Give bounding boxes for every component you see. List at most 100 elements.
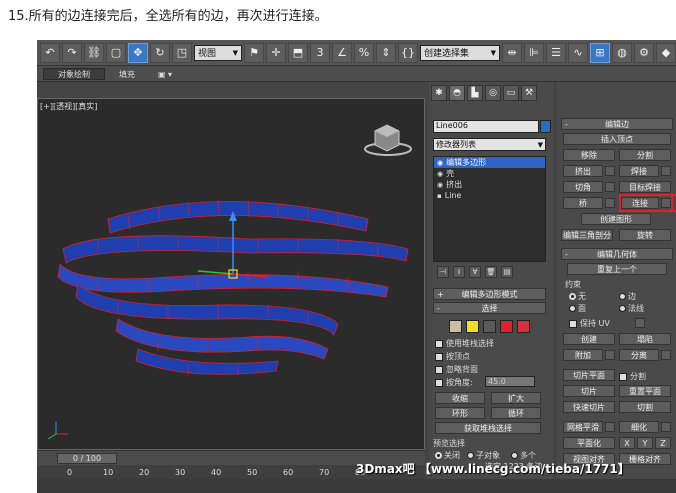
- reset-plane-button[interactable]: 重置平面: [619, 385, 671, 397]
- keyboard-shortcut-icon[interactable]: ⬒: [288, 42, 308, 63]
- collapse-button[interactable]: 塌陷: [619, 333, 671, 345]
- stack-item-shell[interactable]: ◉ 壳: [434, 168, 545, 179]
- selection-rollout[interactable]: - 选择: [433, 302, 546, 314]
- attach-button[interactable]: 附加: [563, 349, 603, 361]
- align-icon[interactable]: ⊫: [524, 42, 544, 63]
- undo-icon[interactable]: ↶: [40, 42, 60, 63]
- redo-icon[interactable]: ↷: [62, 42, 82, 63]
- loop-button[interactable]: 循环: [491, 407, 541, 419]
- edge-icon[interactable]: [466, 319, 479, 333]
- display-tab-icon[interactable]: ▭: [503, 85, 519, 101]
- split-checkbox-row[interactable]: 分割: [619, 371, 646, 382]
- show-end-result-icon[interactable]: I: [453, 266, 465, 278]
- radio-button[interactable]: [511, 452, 518, 459]
- turn-button[interactable]: 旋转: [619, 229, 671, 241]
- radio-button[interactable]: [619, 293, 626, 300]
- angle-spinner[interactable]: 45.0: [485, 376, 535, 387]
- remove-modifier-icon[interactable]: 🗑: [485, 266, 497, 278]
- checkbox[interactable]: [619, 372, 627, 381]
- detach-button[interactable]: 分离: [619, 349, 659, 361]
- edit-poly-mode-rollout[interactable]: + 编辑多边形模式: [433, 288, 546, 300]
- detach-settings-icon[interactable]: [661, 350, 671, 360]
- tab-populate[interactable]: 填充: [115, 68, 139, 80]
- checkbox[interactable]: [435, 339, 443, 348]
- object-color-swatch[interactable]: [540, 120, 551, 133]
- meshsmooth-settings-icon[interactable]: [605, 422, 615, 432]
- make-unique-icon[interactable]: ∀: [469, 266, 481, 278]
- vertex-icon[interactable]: [449, 319, 462, 333]
- motion-tab-icon[interactable]: ◎: [485, 85, 501, 101]
- render-setup-icon[interactable]: ⚙: [634, 42, 654, 63]
- select-icon[interactable]: ▢: [106, 42, 126, 63]
- material-icon[interactable]: ◍: [612, 42, 632, 63]
- constraint-face-radio[interactable]: 面: [569, 303, 586, 314]
- border-icon[interactable]: [483, 319, 496, 333]
- time-slider[interactable]: 0 / 100: [57, 453, 117, 464]
- pivot-icon[interactable]: ⚑: [244, 42, 264, 63]
- object-name-field[interactable]: Line006: [433, 120, 539, 133]
- by-vertex-row[interactable]: 按顶点: [435, 351, 470, 362]
- split-button[interactable]: 分割: [619, 149, 671, 161]
- chamfer-settings-icon[interactable]: [605, 182, 615, 192]
- constraint-normal-radio[interactable]: 法线: [619, 303, 644, 314]
- get-stack-selection-button[interactable]: 获取堆栈选择: [435, 422, 541, 434]
- ignore-backfacing-row[interactable]: 忽略背面: [435, 364, 478, 375]
- edit-edges-rollout[interactable]: - 编辑边: [561, 118, 673, 130]
- radio-button[interactable]: [619, 305, 626, 312]
- eye-icon[interactable]: ◉: [437, 159, 443, 167]
- tessellate-settings-icon[interactable]: [661, 422, 671, 432]
- configure-sets-icon[interactable]: ▤: [501, 266, 513, 278]
- render-icon[interactable]: ◆: [656, 42, 676, 63]
- element-icon[interactable]: [517, 319, 530, 333]
- chamfer-button[interactable]: 切角: [563, 181, 603, 193]
- hierarchy-tab-icon[interactable]: ▙: [467, 85, 483, 101]
- weld-button[interactable]: 焊接: [619, 165, 659, 177]
- by-angle-row[interactable]: 按角度:: [435, 377, 473, 388]
- eye-icon[interactable]: ◉: [437, 170, 443, 178]
- perspective-viewport[interactable]: [+][透视][真实]: [37, 98, 425, 450]
- eye-icon[interactable]: ◉: [437, 181, 443, 189]
- curve-editor-icon[interactable]: ∿: [568, 42, 588, 63]
- ribbon-options-icon[interactable]: ▣ ▾: [155, 68, 175, 80]
- checkbox[interactable]: [569, 319, 577, 328]
- x-button[interactable]: X: [619, 437, 635, 449]
- cut-button[interactable]: 切割: [619, 401, 671, 413]
- target-weld-button[interactable]: 目标焊接: [619, 181, 671, 193]
- radio-button[interactable]: [569, 305, 576, 312]
- viewcube-icon[interactable]: [364, 124, 412, 156]
- tessellate-button[interactable]: 细化: [619, 421, 659, 433]
- pin-stack-icon[interactable]: ⊣: [437, 266, 449, 278]
- constraint-edge-radio[interactable]: 边: [619, 291, 636, 302]
- snap-3-icon[interactable]: 3: [310, 42, 330, 63]
- constraint-none-radio[interactable]: 无: [569, 291, 586, 302]
- stack-item-extrude[interactable]: ◉ 挤出: [434, 179, 545, 190]
- preserve-uv-settings-icon[interactable]: [635, 318, 645, 328]
- edit-geometry-rollout[interactable]: - 编辑几何体: [561, 248, 673, 260]
- radio-button[interactable]: [435, 452, 442, 459]
- extrude-settings-icon[interactable]: [605, 166, 615, 176]
- create-tab-icon[interactable]: ✱: [431, 85, 447, 101]
- y-button[interactable]: Y: [637, 437, 653, 449]
- extrude-button[interactable]: 挤出: [563, 165, 603, 177]
- reference-coord-dropdown[interactable]: 视图 ▼: [194, 44, 242, 61]
- make-planar-button[interactable]: 平面化: [563, 437, 615, 449]
- attach-list-icon[interactable]: [605, 350, 615, 360]
- scale-icon[interactable]: ◳: [172, 42, 192, 63]
- z-button[interactable]: Z: [655, 437, 671, 449]
- stack-item-line[interactable]: ▪ Line: [434, 190, 545, 201]
- preserve-uv-row[interactable]: 保持 UV: [569, 318, 610, 329]
- selection-set-dropdown[interactable]: 创建选择集 ▼: [420, 44, 500, 61]
- percent-snap-icon[interactable]: %: [354, 42, 374, 63]
- link-icon[interactable]: ⛓: [84, 42, 104, 63]
- weld-settings-icon[interactable]: [661, 166, 671, 176]
- slice-plane-button[interactable]: 切片平面: [563, 369, 615, 381]
- create-shape-button[interactable]: 创建图形: [581, 213, 651, 225]
- square-icon[interactable]: ▪: [437, 192, 442, 200]
- remove-button[interactable]: 移除: [563, 149, 615, 161]
- radio-button[interactable]: [467, 452, 474, 459]
- tab-object-paint[interactable]: 对象绘制: [43, 68, 105, 80]
- utilities-tab-icon[interactable]: ⚒: [521, 85, 537, 101]
- angle-snap-icon[interactable]: ∠: [332, 42, 352, 63]
- rotate-icon[interactable]: ↻: [150, 42, 170, 63]
- insert-vertex-button[interactable]: 插入顶点: [563, 133, 671, 145]
